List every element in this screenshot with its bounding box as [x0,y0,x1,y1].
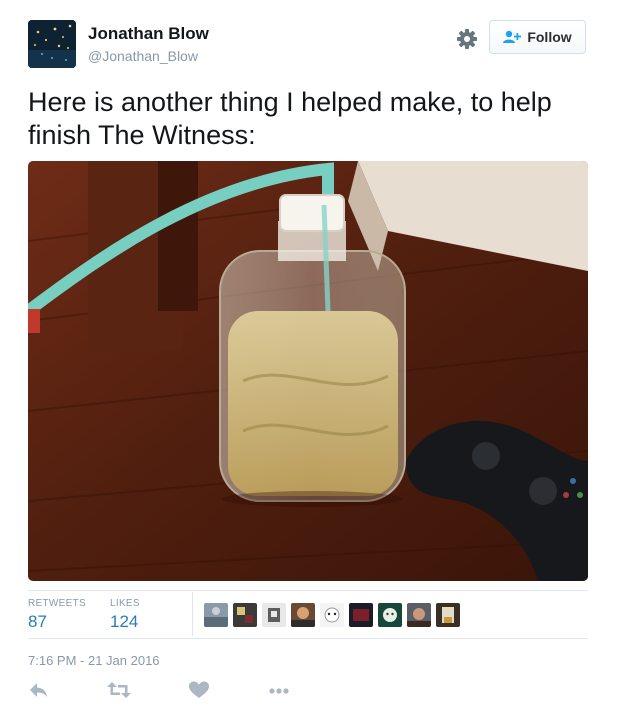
stats-separator [192,592,193,636]
retweets-label: RETWEETS [28,598,86,609]
author-name[interactable]: Jonathan Blow [88,24,209,44]
author-handle[interactable]: @Jonathan_Blow [88,48,198,64]
tweet-card: Jonathan Blow @Jonathan_Blow Follow Here… [0,0,621,718]
liker-avatar[interactable] [436,603,460,627]
tweet-text: Here is another thing I helped make, to … [28,87,552,150]
more-icon[interactable] [266,680,292,704]
liker-avatar[interactable] [262,603,286,627]
liker-avatar[interactable] [349,603,373,627]
add-user-icon [503,30,522,44]
liker-avatar[interactable] [204,603,228,627]
retweets-count[interactable]: 87 [28,612,47,632]
liker-avatars [204,603,460,627]
retweet-icon[interactable] [106,680,132,704]
like-icon[interactable] [188,680,214,704]
liker-avatar[interactable] [378,603,402,627]
avatar[interactable] [28,20,76,68]
likes-label: LIKES [110,598,140,609]
stats-divider-bottom [28,638,588,639]
liker-avatar[interactable] [407,603,431,627]
liker-avatar[interactable] [233,603,257,627]
tweet-photo[interactable] [28,161,588,581]
follow-button[interactable]: Follow [489,20,586,54]
liker-avatar[interactable] [291,603,315,627]
reply-icon[interactable] [28,680,54,704]
follow-button-label: Follow [527,29,572,45]
gear-icon[interactable] [454,26,480,52]
timestamp[interactable]: 7:16 PM - 21 Jan 2016 [28,653,160,668]
likes-count[interactable]: 124 [110,612,138,632]
stats-divider-top [28,590,588,591]
liker-avatar[interactable] [320,603,344,627]
